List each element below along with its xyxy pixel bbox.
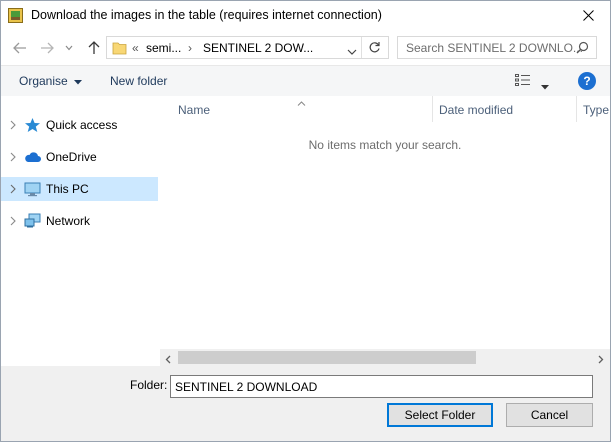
breadcrumb-semi[interactable]: semi... [146, 41, 181, 55]
nav-label: Network [46, 214, 91, 228]
arrow-up-icon [88, 41, 100, 54]
folder-label: Folder: [130, 378, 168, 392]
address-bar[interactable]: « semi... › SENTINEL 2 DOW... [106, 36, 389, 59]
caret-down-icon [541, 85, 549, 90]
arrow-left-icon [13, 42, 26, 54]
chevron-left-icon [165, 355, 171, 364]
computer-icon [24, 182, 41, 197]
nav-item-network[interactable]: Network [1, 209, 158, 233]
scroll-right-button[interactable] [598, 353, 604, 367]
nav-item-onedrive[interactable]: OneDrive [1, 145, 158, 169]
chevron-right-icon[interactable] [9, 216, 17, 226]
close-button[interactable] [567, 0, 610, 31]
nav-label: Quick access [46, 118, 118, 132]
nav-label: OneDrive [46, 150, 97, 164]
search-placeholder: Search SENTINEL 2 DOWNLO... [406, 41, 583, 55]
folder-icon [112, 41, 127, 58]
title-bar: Download the images in the table (requir… [0, 0, 611, 31]
folder-input[interactable] [170, 375, 593, 398]
arrow-right-icon [41, 42, 54, 54]
help-button[interactable]: ? [578, 72, 596, 90]
window-title: Download the images in the table (requir… [31, 8, 382, 22]
nav-item-quick-access[interactable]: Quick access [1, 113, 158, 137]
scrollbar-thumb[interactable] [178, 351, 476, 364]
address-dropdown-button[interactable] [347, 45, 357, 59]
chevron-down-icon [65, 45, 73, 51]
new-folder-button[interactable]: New folder [110, 74, 167, 88]
refresh-icon [369, 42, 380, 53]
view-options-button[interactable] [515, 74, 531, 90]
help-icon: ? [583, 74, 591, 88]
select-folder-button[interactable]: Select Folder [387, 403, 493, 427]
column-header-type[interactable]: Type [583, 103, 609, 129]
app-icon [8, 8, 23, 23]
file-list: Name Date modified Type No items match y… [160, 96, 610, 366]
chevron-right-icon[interactable] [9, 184, 17, 194]
chevron-down-icon [347, 49, 357, 55]
recent-locations-button[interactable] [62, 37, 76, 59]
view-dropdown-button[interactable] [541, 79, 549, 93]
sort-ascending-icon [297, 95, 306, 109]
back-button[interactable] [9, 37, 31, 59]
column-divider[interactable] [576, 96, 577, 122]
star-icon [25, 118, 40, 132]
refresh-button[interactable] [368, 41, 381, 57]
horizontal-scrollbar[interactable] [160, 349, 610, 366]
forward-button[interactable] [36, 37, 58, 59]
navigation-pane: Quick access OneDrive This PC Network [1, 96, 159, 366]
column-header-date-modified[interactable]: Date modified [439, 103, 513, 129]
network-icon [24, 213, 41, 228]
column-divider[interactable] [432, 96, 433, 122]
chevron-right-icon[interactable] [9, 120, 17, 130]
search-box[interactable]: Search SENTINEL 2 DOWNLO... [397, 36, 597, 59]
caret-down-icon [74, 80, 83, 85]
cancel-button[interactable]: Cancel [506, 403, 593, 427]
command-bar: Organise New folder [1, 65, 610, 96]
nav-label: This PC [46, 182, 89, 196]
organise-menu[interactable]: Organise [19, 74, 83, 88]
close-icon [583, 10, 594, 21]
breadcrumb-separator: › [188, 41, 192, 55]
chevron-right-icon [598, 355, 604, 364]
empty-message: No items match your search. [308, 138, 462, 152]
up-button[interactable] [83, 37, 105, 59]
cloud-icon [25, 152, 41, 162]
details-view-icon [515, 74, 530, 86]
search-icon [576, 41, 589, 57]
nav-item-this-pc[interactable]: This PC [1, 177, 158, 201]
column-header-name[interactable]: Name [178, 103, 210, 129]
breadcrumb-sentinel[interactable]: SENTINEL 2 DOW... [203, 41, 313, 55]
breadcrumb-overflow[interactable]: « [132, 41, 139, 55]
scroll-left-button[interactable] [165, 353, 171, 367]
chevron-right-icon[interactable] [9, 152, 17, 162]
address-divider [361, 37, 362, 58]
organise-label: Organise [19, 74, 68, 88]
